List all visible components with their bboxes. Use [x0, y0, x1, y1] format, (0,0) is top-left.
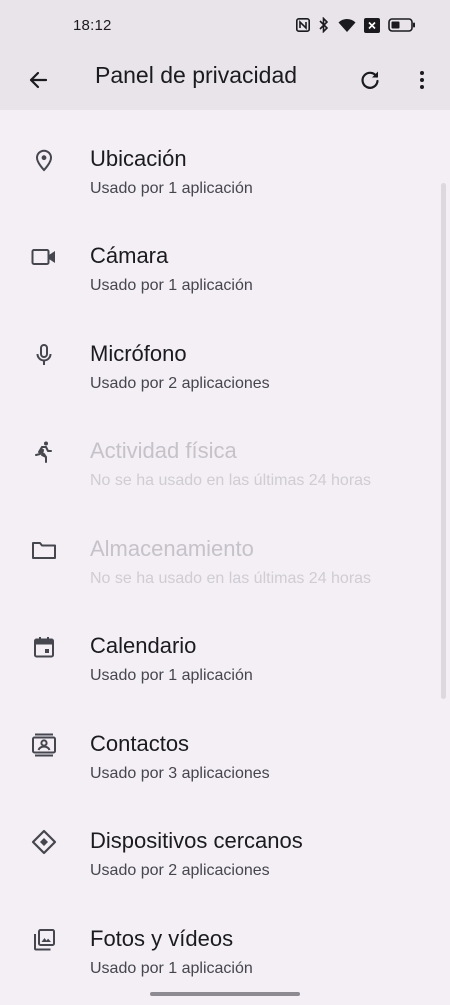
list-item-location[interactable]: Ubicación Usado por 1 aplicación: [0, 110, 438, 207]
gesture-navigation-handle[interactable]: [150, 992, 300, 996]
list-item-label: Almacenamiento: [90, 536, 254, 561]
nfc-icon: [296, 18, 310, 32]
list-item-label: Cámara: [90, 243, 169, 268]
more-vert-icon: [420, 71, 424, 89]
back-button[interactable]: [20, 62, 56, 98]
permission-list: Ubicación Usado por 1 aplicación Cámara …: [0, 110, 450, 990]
list-item-subtitle: Usado por 1 aplicación: [90, 667, 253, 684]
list-item-subtitle: Usado por 3 aplicaciones: [90, 765, 270, 782]
folder-icon: [30, 536, 58, 564]
list-item-label: Dispositivos cercanos: [90, 828, 303, 853]
camera-icon: [30, 243, 58, 271]
scrollbar[interactable]: [441, 183, 446, 699]
app-bar: Panel de privacidad: [0, 50, 450, 110]
status-bar: 18:12: [0, 0, 450, 50]
list-item-nearby-devices[interactable]: Dispositivos cercanos Usado por 2 aplica…: [0, 792, 438, 889]
running-icon: [30, 438, 58, 466]
sim-off-icon: [364, 17, 380, 33]
list-item-physical-activity[interactable]: Actividad física No se ha usado en las ú…: [0, 402, 438, 499]
list-item-subtitle: Usado por 1 aplicación: [90, 180, 253, 197]
battery-icon: [388, 18, 416, 32]
list-item-camera[interactable]: Cámara Usado por 1 aplicación: [0, 207, 438, 304]
list-item-subtitle: No se ha usado en las últimas 24 horas: [90, 570, 372, 587]
calendar-icon: [30, 633, 58, 661]
list-item-label: Micrófono: [90, 341, 187, 366]
list-item-storage[interactable]: Almacenamiento No se ha usado en las últ…: [0, 500, 438, 597]
list-item-subtitle: No se ha usado en las últimas 24 horas: [90, 472, 372, 489]
more-options-button[interactable]: [404, 62, 440, 98]
status-time: 18:12: [73, 17, 112, 34]
page-title: Panel de privacidad: [95, 62, 298, 88]
list-item-subtitle: Usado por 2 aplicaciones: [90, 375, 270, 392]
list-item-subtitle: Usado por 1 aplicación: [90, 277, 253, 294]
list-item-label: Calendario: [90, 633, 197, 658]
list-item-photos-videos[interactable]: Fotos y vídeos Usado por 1 aplicación: [0, 890, 438, 987]
arrow-back-icon: [29, 71, 48, 89]
list-item-subtitle: Usado por 2 aplicaciones: [90, 862, 270, 879]
microphone-icon: [30, 341, 58, 369]
contacts-icon: [30, 731, 58, 759]
photos-icon: [30, 926, 58, 954]
list-item-label: Contactos: [90, 731, 190, 756]
location-icon: [30, 146, 58, 174]
list-item-label: Fotos y vídeos: [90, 926, 234, 951]
status-icons: [296, 14, 416, 36]
bluetooth-icon: [318, 17, 330, 33]
list-item-calendar[interactable]: Calendario Usado por 1 aplicación: [0, 597, 438, 694]
list-item-microphone[interactable]: Micrófono Usado por 2 aplicaciones: [0, 305, 438, 402]
nearby-devices-icon: [30, 828, 58, 856]
list-item-subtitle: Usado por 1 aplicación: [90, 960, 253, 977]
wifi-icon: [338, 18, 356, 33]
refresh-button[interactable]: [352, 62, 388, 98]
list-item-label: Ubicación: [90, 146, 187, 171]
refresh-icon: [361, 71, 379, 89]
list-item-label: Actividad física: [90, 438, 237, 463]
list-item-contacts[interactable]: Contactos Usado por 3 aplicaciones: [0, 695, 438, 792]
